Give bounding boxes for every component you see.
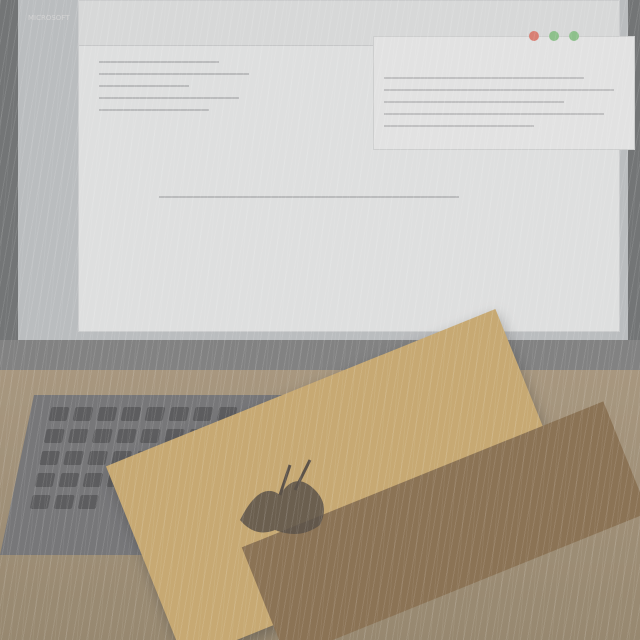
text-line xyxy=(384,125,534,127)
close-dot-icon xyxy=(529,31,539,41)
text-line xyxy=(99,85,189,87)
key xyxy=(53,495,75,509)
key xyxy=(34,473,56,487)
key xyxy=(87,451,109,465)
text-line xyxy=(159,196,459,198)
key xyxy=(63,451,85,465)
key xyxy=(29,495,51,509)
key xyxy=(115,429,137,443)
key xyxy=(48,407,70,421)
key xyxy=(77,495,99,509)
key xyxy=(192,407,214,421)
key xyxy=(139,429,161,443)
key xyxy=(39,451,61,465)
maximize-dot-icon xyxy=(549,31,559,41)
laptop-desktop: MICROSOFT xyxy=(18,0,635,340)
key xyxy=(82,473,104,487)
text-line xyxy=(384,89,614,91)
key xyxy=(168,407,190,421)
text-line xyxy=(384,77,584,79)
desktop-icon-label: MICROSOFT xyxy=(28,14,70,22)
key xyxy=(43,429,65,443)
text-line xyxy=(99,97,239,99)
key xyxy=(58,473,80,487)
key xyxy=(67,429,89,443)
key xyxy=(91,429,113,443)
text-line xyxy=(384,101,564,103)
key xyxy=(72,407,94,421)
text-line xyxy=(99,73,249,75)
minimize-dot-icon xyxy=(569,31,579,41)
dialog-panel xyxy=(373,31,635,150)
text-line xyxy=(99,109,209,111)
key xyxy=(144,407,166,421)
key xyxy=(96,407,118,421)
text-line xyxy=(99,61,219,63)
book-cover-illustration xyxy=(240,459,324,534)
text-line xyxy=(384,113,604,115)
key xyxy=(120,407,142,421)
photo-scene: MICROSOFT xyxy=(0,0,640,640)
